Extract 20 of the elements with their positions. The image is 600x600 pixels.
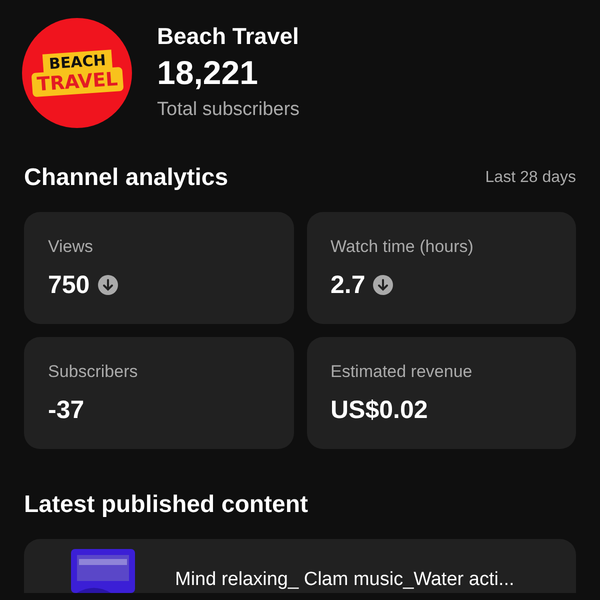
metric-label: Watch time (hours)	[330, 236, 474, 258]
metric-card[interactable]: Views 750	[24, 212, 294, 324]
metric-label: Views	[48, 236, 94, 258]
metric-card[interactable]: Subscribers -37	[24, 337, 294, 449]
section-title: Channel analytics	[24, 163, 228, 193]
metric-value: 2.7	[330, 270, 366, 300]
metric-card[interactable]: Watch time (hours) 2.7	[306, 212, 576, 324]
metric-value: US$0.02	[330, 395, 428, 425]
metric-card[interactable]: Estimated revenue US$0.02	[306, 337, 576, 449]
video-title: Mind relaxing_ Clam music_Water acti...	[175, 568, 514, 592]
content-card[interactable]: Mind relaxing_ Clam music_Water acti...	[24, 539, 576, 593]
metric-value: 750	[48, 270, 90, 300]
metric-value: -37	[48, 395, 84, 425]
metric-label: Subscribers	[48, 361, 138, 383]
channel-name: Beach Travel	[157, 22, 300, 51]
subscriber-label: Total subscribers	[157, 98, 300, 122]
subscriber-count: 18,221	[157, 53, 259, 93]
period-label: Last 28 days	[485, 168, 576, 188]
metric-label: Estimated revenue	[330, 361, 472, 383]
section-title: Latest published content	[23, 490, 310, 520]
